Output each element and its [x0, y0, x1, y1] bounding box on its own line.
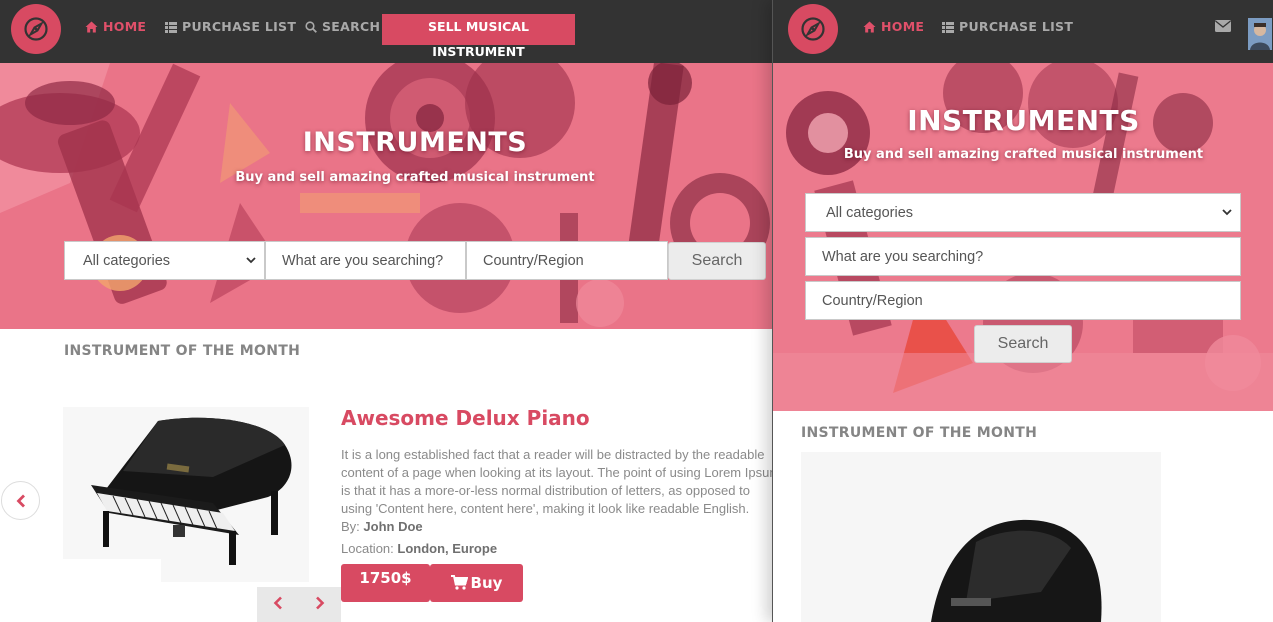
piano-image [801, 452, 1244, 622]
region-input[interactable]: Country/Region [805, 281, 1241, 320]
hero-banner: INSTRUMENTS Buy and sell amazing crafted… [0, 63, 772, 329]
search-query-input[interactable]: What are you searching? [265, 241, 466, 280]
nav-home[interactable]: HOME [863, 19, 924, 37]
section-title: INSTRUMENT OF THE MONTH [64, 343, 301, 359]
search-query-placeholder: What are you searching? [282, 252, 444, 269]
thumbnail-navigation [257, 587, 341, 622]
nav-purchase-list-label: PURCHASE LIST [959, 19, 1074, 34]
location-label: Location: [341, 541, 394, 556]
chevron-right-icon[interactable] [315, 596, 325, 610]
category-select-value: All categories [83, 252, 171, 269]
price-badge: 1750$ [341, 564, 430, 602]
home-icon [863, 21, 876, 37]
chevron-left-icon [16, 494, 25, 508]
compass-icon [801, 17, 825, 41]
list-icon [165, 21, 177, 37]
product-seller: By: John Doe [341, 519, 423, 534]
carousel-prev-button[interactable] [1, 481, 40, 520]
region-placeholder: Country/Region [483, 252, 584, 269]
product-location: Location: London, Europe [341, 541, 497, 556]
category-select-value: All categories [826, 204, 914, 221]
hero-subtitle: Buy and sell amazing crafted musical ins… [843, 147, 1204, 162]
left-browser-window: HOME PURCHASE LIST SEARCH SELL MUSICAL I… [0, 0, 772, 622]
logo[interactable] [788, 4, 838, 54]
buy-button[interactable]: Buy [430, 564, 523, 602]
list-icon [942, 21, 954, 37]
nav-search[interactable]: SEARCH [305, 19, 380, 37]
nav-purchase-list-label: PURCHASE LIST [182, 19, 297, 34]
envelope-icon[interactable] [1215, 20, 1231, 32]
buy-button-label: Buy [470, 574, 503, 592]
piano-image [63, 407, 309, 582]
nav-purchase-list[interactable]: PURCHASE LIST [942, 19, 1073, 37]
product-title[interactable]: Awesome Delux Piano [341, 406, 590, 430]
nav-home-label: HOME [881, 19, 925, 34]
cart-icon [450, 575, 468, 590]
chevron-down-icon [246, 256, 256, 263]
section-title: INSTRUMENT OF THE MONTH [801, 425, 1038, 441]
user-avatar[interactable] [1248, 18, 1272, 50]
search-query-input[interactable]: What are you searching? [805, 237, 1241, 276]
chevron-left-icon[interactable] [273, 596, 283, 610]
search-button[interactable]: Search [974, 325, 1072, 363]
hero-title: INSTRUMENTS [302, 127, 528, 158]
top-navbar: HOME PURCHASE LIST [773, 0, 1273, 63]
home-icon [85, 21, 98, 37]
location-value: London, Europe [397, 541, 498, 556]
nav-home-label: HOME [103, 19, 147, 34]
chevron-down-icon [1222, 208, 1232, 215]
product-description: It is a long established fact that a rea… [341, 447, 772, 516]
nav-purchase-list[interactable]: PURCHASE LIST [165, 19, 296, 37]
category-select[interactable]: All categories [64, 241, 265, 280]
search-query-placeholder: What are you searching? [822, 248, 984, 265]
seller-name: John Doe [363, 519, 423, 534]
sell-instrument-button[interactable]: SELL MUSICAL INSTRUMENT [382, 14, 575, 59]
hero-background-art [0, 63, 772, 329]
hero-banner: INSTRUMENTS Buy and sell amazing crafted… [773, 63, 1273, 411]
right-browser-window: HOME PURCHASE LIST INSTRUMENTS Buy and s… [772, 0, 1273, 622]
nav-search-label: SEARCH [322, 19, 381, 34]
seller-label: By: [341, 519, 360, 534]
hero-title: INSTRUMENTS [907, 104, 1140, 137]
compass-icon [24, 17, 48, 41]
nav-home[interactable]: HOME [85, 19, 146, 37]
search-icon [305, 21, 317, 37]
avatar-photo-icon [1248, 18, 1272, 50]
logo[interactable] [11, 4, 61, 54]
region-input[interactable]: Country/Region [466, 241, 668, 280]
top-navbar: HOME PURCHASE LIST SEARCH SELL MUSICAL I… [0, 0, 772, 63]
search-button[interactable]: Search [668, 242, 766, 280]
hero-subtitle: Buy and sell amazing crafted musical ins… [235, 170, 595, 185]
category-select[interactable]: All categories [805, 193, 1241, 232]
region-placeholder: Country/Region [822, 292, 923, 309]
